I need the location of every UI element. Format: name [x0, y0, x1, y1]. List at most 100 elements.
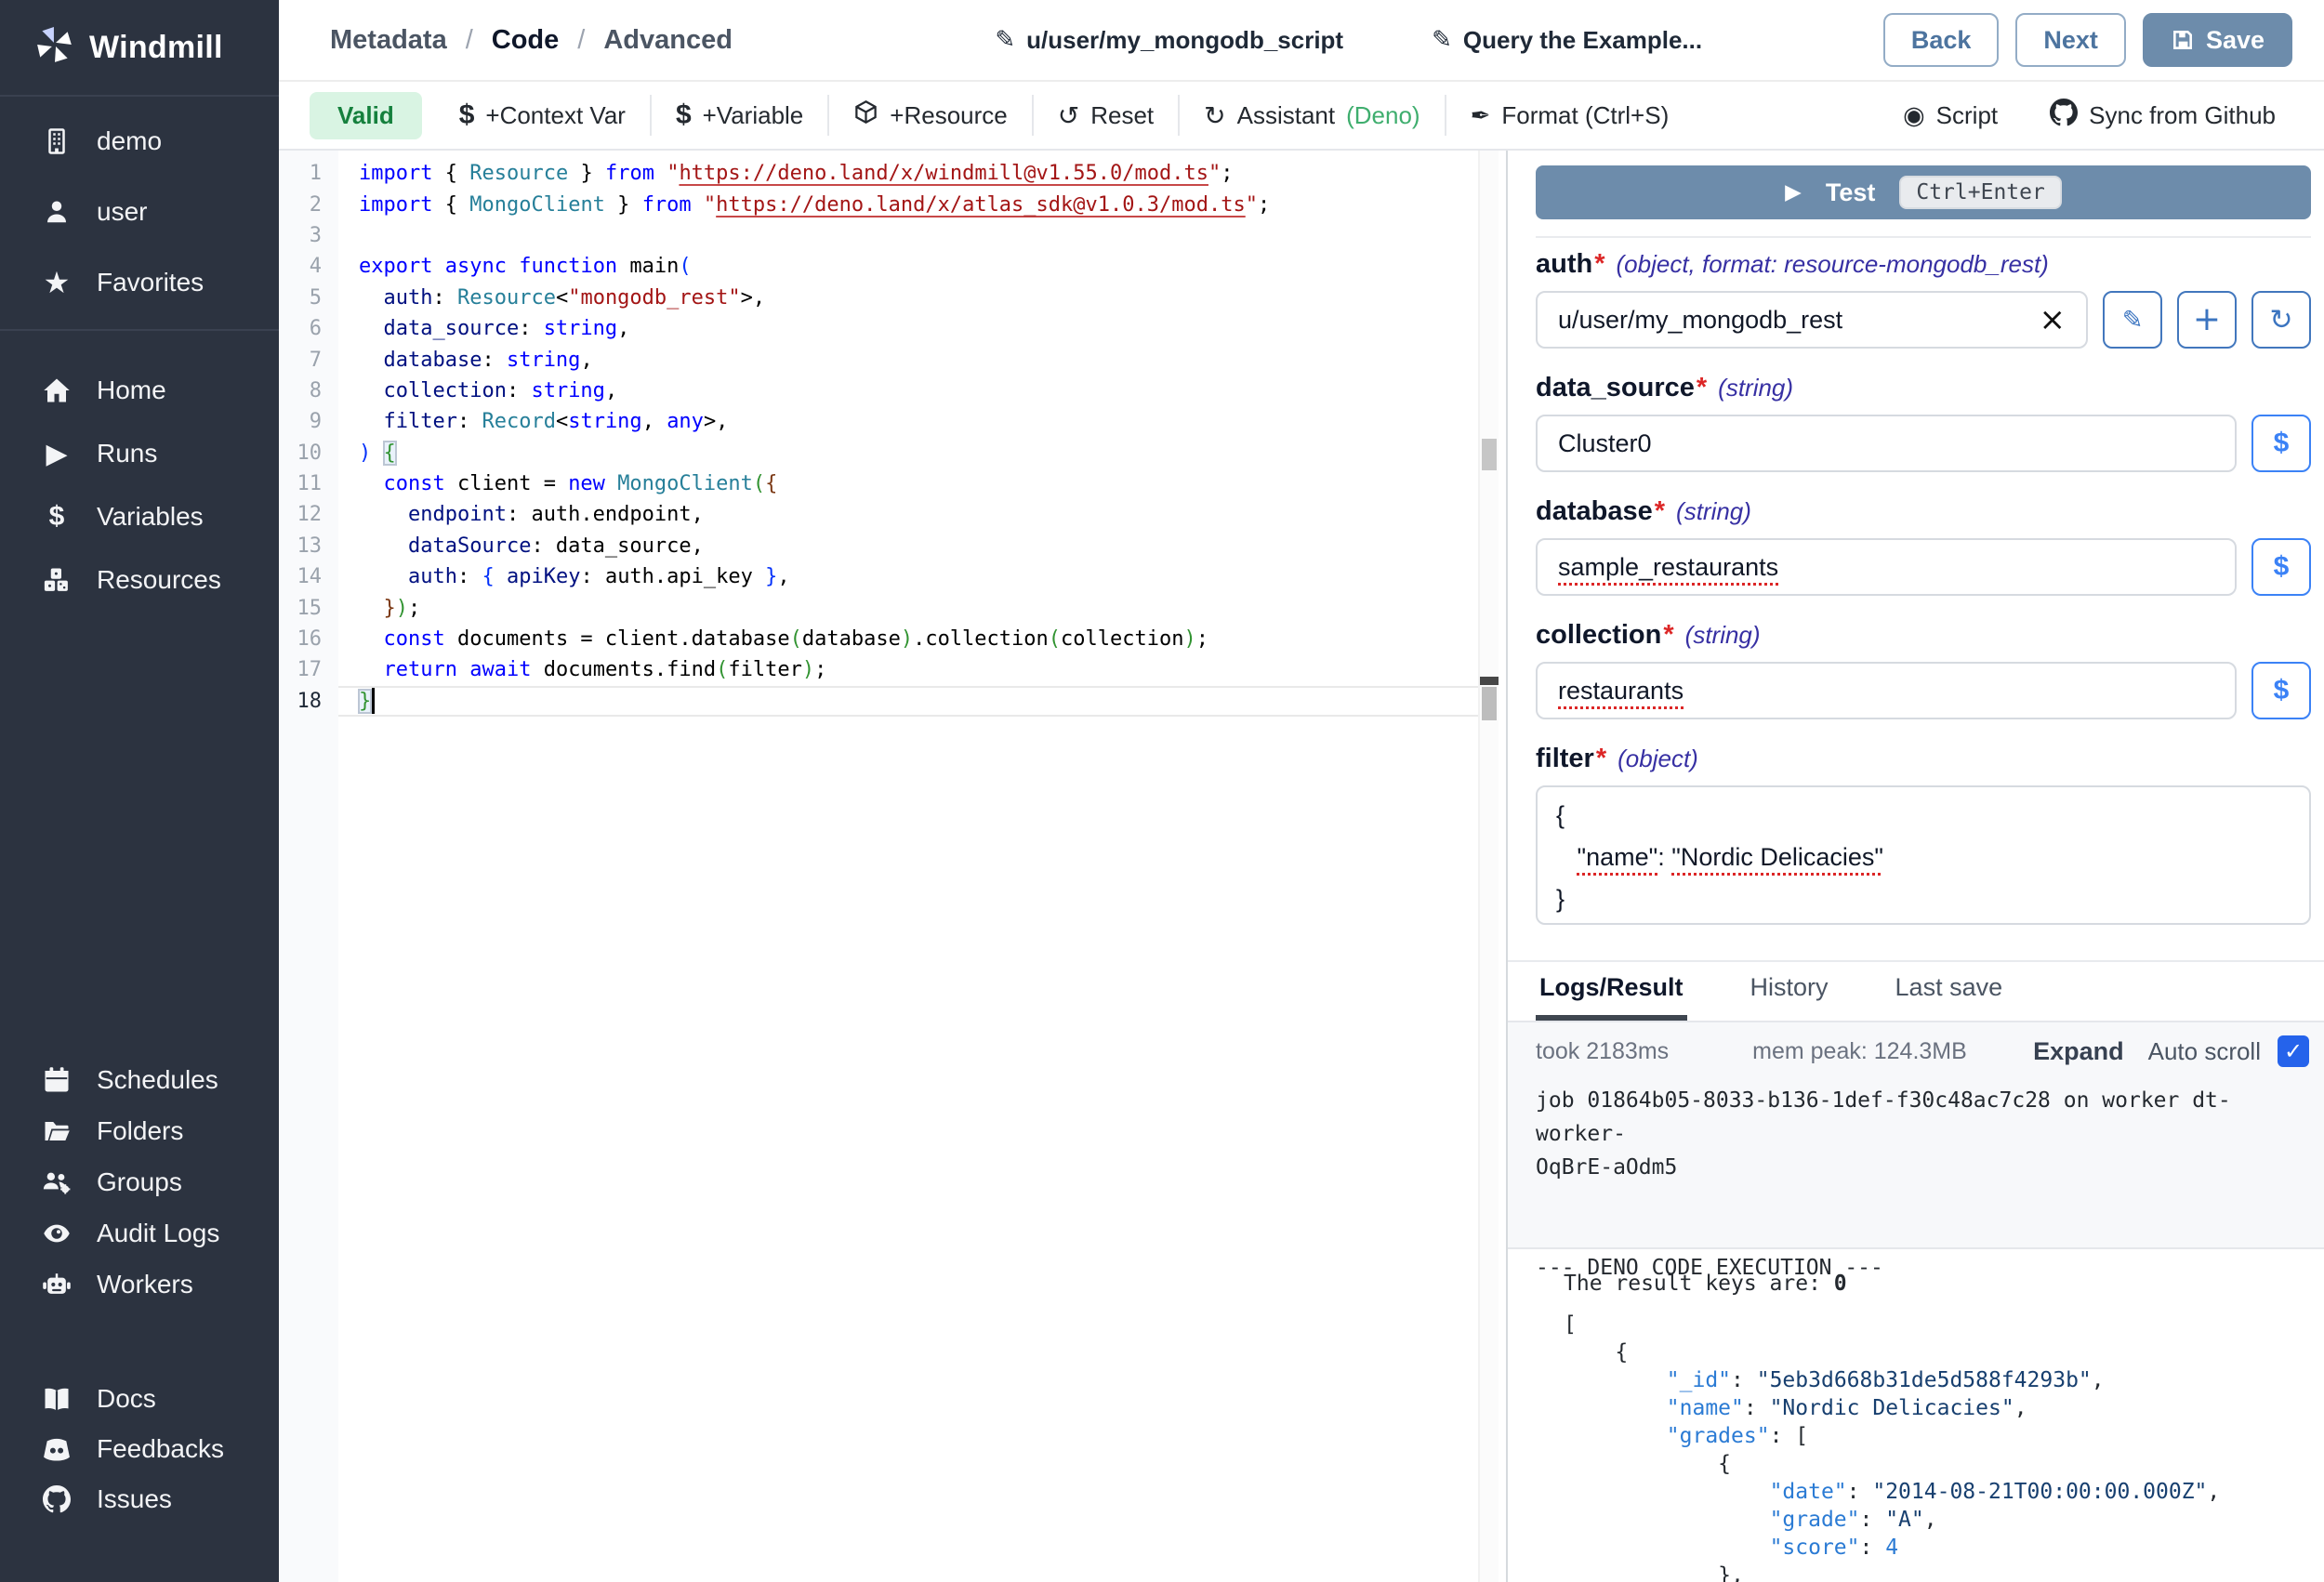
string-field-row: Cluster0$ — [1536, 415, 2311, 472]
code-line[interactable]: 9 filter: Record<string, any>, — [279, 406, 1478, 437]
insert-variable-button[interactable]: $ — [2251, 415, 2311, 472]
add-resource-button[interactable]: + — [2177, 291, 2237, 349]
tab-history[interactable]: History — [1747, 962, 1832, 1021]
code-line[interactable]: 7 database: string, — [279, 344, 1478, 375]
toolbar-button-label: Sync from Github — [2089, 101, 2276, 130]
-context-var-button[interactable]: $+Context Var — [435, 99, 650, 131]
required-asterisk: * — [1663, 620, 1673, 651]
auth-input[interactable]: u/user/my_mongodb_rest× — [1536, 291, 2088, 349]
save-icon — [2171, 28, 2195, 52]
sidebar-item-audit-logs[interactable]: Audit Logs — [0, 1207, 279, 1259]
script-summary-label: Query the Example... — [1463, 26, 1702, 55]
script-path-label: u/user/my_mongodb_script — [1026, 26, 1343, 55]
test-label: Test — [1826, 178, 1876, 207]
expand-button[interactable]: Expand — [2033, 1037, 2124, 1066]
sidebar-item-label: Schedules — [97, 1065, 218, 1095]
target-icon: ◉ — [1903, 101, 1925, 130]
assistant-button[interactable]: ↻Assistant (Deno) — [1180, 100, 1444, 131]
code-line[interactable]: 8 collection: string, — [279, 376, 1478, 406]
code-line[interactable]: 16 const documents = client.database(dat… — [279, 624, 1478, 654]
breadcrumb: Metadata/Code/Advanced — [330, 25, 733, 56]
sidebar-item-demo[interactable]: demo — [0, 106, 279, 177]
code-line[interactable]: 11 const client = new MongoClient({ — [279, 468, 1478, 499]
book-icon — [39, 1385, 74, 1413]
sidebar-item-variables[interactable]: $Variables — [0, 485, 279, 548]
result-key-count: 0 — [1834, 1272, 1847, 1296]
format-ctrl-s--button[interactable]: ✒Format (Ctrl+S) — [1446, 101, 1694, 130]
insert-variable-button[interactable]: $ — [2251, 538, 2311, 596]
autoscroll-checkbox[interactable]: ✓ — [2278, 1035, 2309, 1067]
tab-logs-result[interactable]: Logs/Result — [1536, 962, 1687, 1021]
insert-variable-button[interactable]: $ — [2251, 662, 2311, 719]
code-line[interactable]: 15 }); — [279, 592, 1478, 623]
code-line[interactable]: 12 endpoint: auth.endpoint, — [279, 499, 1478, 530]
code-line[interactable]: 18} — [279, 686, 1478, 717]
editor-toolbar: Valid $+Context Var$+Variable+Resource↺R… — [279, 82, 2324, 151]
sidebar-item-home[interactable]: Home — [0, 359, 279, 422]
line-number: 13 — [279, 534, 338, 558]
run-panel-inner: ▶ Test Ctrl+Enter auth*(object, format: … — [1508, 151, 2324, 1582]
code-line[interactable]: 13 dataSource: data_source, — [279, 531, 1478, 561]
tab-metadata[interactable]: Metadata — [330, 25, 447, 56]
memory-stat: mem peak: 124.3MB — [1752, 1038, 1967, 1065]
code-line-content: auth: Resource<"mongodb_rest">, — [338, 283, 1478, 313]
sidebar-item-label: Workers — [97, 1270, 193, 1299]
sidebar-item-favorites[interactable]: ★Favorites — [0, 247, 279, 318]
code-line[interactable]: 4export async function main( — [279, 251, 1478, 282]
script-summary[interactable]: ✎ Query the Example... — [1432, 26, 1702, 55]
sidebar-item-resources[interactable]: Resources — [0, 548, 279, 612]
database-input[interactable]: sample_restaurants — [1536, 538, 2237, 596]
script-path[interactable]: ✎ u/user/my_mongodb_script — [995, 26, 1343, 55]
line-number: 18 — [279, 690, 338, 713]
collection-input[interactable]: restaurants — [1536, 662, 2237, 719]
refresh-resource-button[interactable]: ↻ — [2251, 291, 2311, 349]
code-line[interactable]: 6 data_source: string, — [279, 313, 1478, 344]
clear-icon[interactable]: × — [2040, 304, 2067, 336]
sidebar-item-workers[interactable]: Workers — [0, 1259, 279, 1310]
code-line[interactable]: 17 return await documents.find(filter); — [279, 654, 1478, 685]
-resource-button[interactable]: +Resource — [829, 99, 1031, 131]
code-line-content: data_source: string, — [338, 313, 1478, 344]
test-button[interactable]: ▶ Test Ctrl+Enter — [1536, 165, 2311, 219]
filter-json-editor[interactable]: { "name": "Nordic Delicacies" } — [1536, 785, 2311, 925]
sidebar-item-label: Runs — [97, 439, 157, 468]
tab-last-save[interactable]: Last save — [1892, 962, 2007, 1021]
logo[interactable]: Windmill — [0, 0, 279, 97]
editor-scrollbar[interactable] — [1478, 151, 1499, 1582]
sidebar-item-runs[interactable]: ▶Runs — [0, 422, 279, 485]
scrollbar-thumb[interactable] — [1482, 687, 1497, 720]
result-json-line: [ — [1564, 1311, 2298, 1338]
code-line[interactable]: 5 auth: Resource<"mongodb_rest">, — [279, 283, 1478, 313]
tab-code[interactable]: Code — [492, 25, 560, 56]
sync-from-github-button[interactable]: Sync from Github — [2050, 99, 2276, 133]
run-panel: ▶ Test Ctrl+Enter auth*(object, format: … — [1506, 151, 2324, 1582]
sidebar-item-feedbacks[interactable]: Feedbacks — [0, 1424, 279, 1474]
line-number: 15 — [279, 597, 338, 620]
sidebar-item-groups[interactable]: Groups — [0, 1156, 279, 1207]
script-button[interactable]: ◉Script — [1903, 101, 1998, 130]
next-button[interactable]: Next — [2015, 13, 2126, 67]
code-line[interactable]: 2import { MongoClient } from "https://de… — [279, 189, 1478, 219]
code-line[interactable]: 1import { Resource } from "https://deno.… — [279, 158, 1478, 189]
sidebar-item-label: Resources — [97, 565, 221, 595]
reset-button[interactable]: ↺Reset — [1034, 100, 1178, 131]
code-line[interactable]: 14 auth: { apiKey: auth.api_key }, — [279, 561, 1478, 592]
sidebar-item-issues[interactable]: Issues — [0, 1474, 279, 1524]
output-tabs: Logs/Result History Last save — [1508, 960, 2324, 1021]
edit-resource-button[interactable]: ✎ — [2103, 291, 2162, 349]
resource-picker-row: u/user/my_mongodb_rest× ✎ +↻ — [1536, 291, 2311, 349]
-variable-button[interactable]: $+Variable — [652, 99, 827, 131]
sidebar-item-user[interactable]: user — [0, 177, 279, 247]
sidebar-item-folders[interactable]: Folders — [0, 1105, 279, 1156]
dollar-icon: $ — [39, 501, 74, 533]
scrollbar-mark — [1482, 439, 1497, 470]
back-button[interactable]: Back — [1883, 13, 2000, 67]
sidebar-item-docs[interactable]: Docs — [0, 1374, 279, 1424]
tab-advanced[interactable]: Advanced — [603, 25, 733, 56]
data-source-input[interactable]: Cluster0 — [1536, 415, 2237, 472]
sidebar-item-schedules[interactable]: Schedules — [0, 1054, 279, 1105]
save-button[interactable]: Save — [2143, 13, 2292, 67]
sidebar-item-label: Folders — [97, 1116, 183, 1146]
code-line[interactable]: 3 — [279, 220, 1478, 251]
code-line[interactable]: 10) { — [279, 438, 1478, 468]
